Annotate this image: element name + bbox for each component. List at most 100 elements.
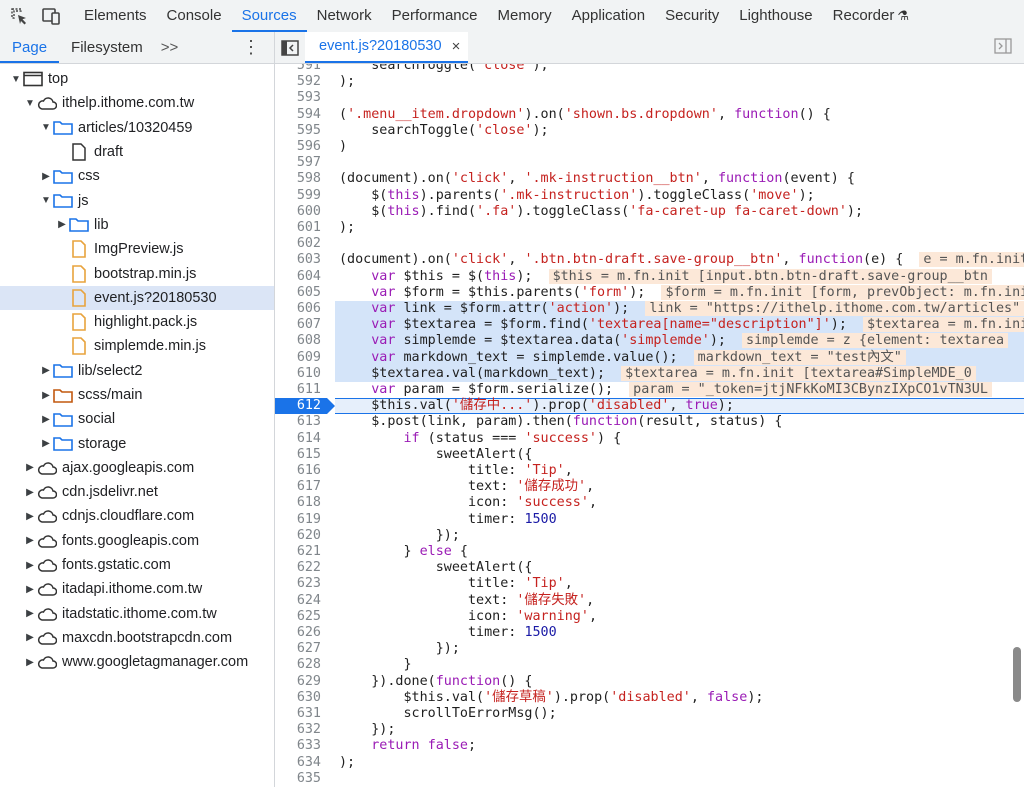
kebab-menu-icon[interactable]: ⋮ [242, 37, 260, 57]
line-number[interactable]: 628 [275, 657, 321, 673]
tree-item[interactable]: event.js?20180530 [0, 285, 274, 310]
line-number[interactable]: 634 [275, 755, 321, 771]
line-number[interactable]: 632 [275, 722, 321, 738]
tab-recorder[interactable]: Recorder ⚗ [823, 0, 919, 32]
expanded-arrow-icon[interactable]: ▼ [10, 74, 22, 85]
tree-item[interactable]: ▶ fonts.googleapis.com [0, 529, 274, 553]
collapsed-arrow-icon[interactable]: ▶ [24, 608, 36, 619]
line-number[interactable]: 595 [275, 123, 321, 139]
line-number[interactable]: 615 [275, 447, 321, 463]
collapsed-arrow-icon[interactable]: ▶ [40, 438, 52, 449]
tree-item[interactable]: simplemde.min.js [0, 334, 274, 358]
collapsed-arrow-icon[interactable]: ▶ [24, 632, 36, 643]
toggle-debugger-icon[interactable] [994, 38, 1012, 59]
tree-item[interactable]: draft [0, 140, 274, 164]
tree-item[interactable]: bootstrap.min.js [0, 261, 274, 285]
tree-item[interactable]: highlight.pack.js [0, 310, 274, 334]
expanded-arrow-icon[interactable]: ▼ [40, 122, 52, 133]
expanded-arrow-icon[interactable]: ▼ [40, 195, 52, 206]
line-number[interactable]: 607 [275, 317, 321, 333]
collapsed-arrow-icon[interactable]: ▶ [24, 487, 36, 498]
tree-item[interactable]: ▶ cdnjs.cloudflare.com [0, 504, 274, 528]
tab-lighthouse[interactable]: Lighthouse [729, 0, 822, 32]
collapsed-arrow-icon[interactable]: ▶ [24, 511, 36, 522]
line-number[interactable]: 620 [275, 528, 321, 544]
line-number[interactable]: 623 [275, 576, 321, 592]
line-number[interactable]: 617 [275, 479, 321, 495]
line-number[interactable]: 625 [275, 609, 321, 625]
close-icon[interactable]: × [452, 31, 461, 62]
line-number[interactable]: 627 [275, 641, 321, 657]
line-number[interactable]: 626 [275, 625, 321, 641]
collapsed-arrow-icon[interactable]: ▶ [24, 584, 36, 595]
tree-item[interactable]: ▶ fonts.gstatic.com [0, 553, 274, 577]
line-number[interactable]: 616 [275, 463, 321, 479]
collapsed-arrow-icon[interactable]: ▶ [40, 390, 52, 401]
tree-item[interactable]: ▶ itadapi.ithome.com.tw [0, 577, 274, 601]
tree-item[interactable]: ▶ www.googletagmanager.com [0, 650, 274, 674]
line-number[interactable]: 598 [275, 171, 321, 187]
line-number[interactable]: 600 [275, 204, 321, 220]
line-number[interactable]: 609 [275, 350, 321, 366]
toggle-navigator-icon[interactable] [275, 39, 305, 56]
line-number[interactable]: 604 [275, 269, 321, 285]
tree-item[interactable]: ▶ itadstatic.ithome.com.tw [0, 602, 274, 626]
expanded-arrow-icon[interactable]: ▼ [24, 98, 36, 109]
collapsed-arrow-icon[interactable]: ▶ [24, 462, 36, 473]
line-number[interactable]: 613 [275, 414, 321, 430]
collapsed-arrow-icon[interactable]: ▶ [24, 657, 36, 668]
line-number[interactable]: 593 [275, 90, 321, 106]
breakpoint-marker[interactable]: 612 [275, 398, 335, 415]
tab-page[interactable]: Page [0, 32, 60, 63]
line-number[interactable]: 630 [275, 690, 321, 706]
tree-item[interactable]: ▶ lib [0, 213, 274, 237]
tab-performance[interactable]: Performance [382, 0, 488, 32]
tree-item[interactable]: ▼ ithelp.ithome.com.tw [0, 91, 274, 115]
tree-item[interactable]: ▶ social [0, 407, 274, 431]
line-number[interactable]: 610 [275, 366, 321, 382]
line-number[interactable]: 608 [275, 333, 321, 349]
tree-item[interactable]: ▶ ajax.googleapis.com [0, 456, 274, 480]
tree-item[interactable]: ▼ js [0, 188, 274, 212]
line-number[interactable]: 618 [275, 495, 321, 511]
tab-application[interactable]: Application [562, 0, 655, 32]
code-view[interactable]: 591 searchToggle('close'); 592); 593 594 ('.… [275, 64, 1024, 787]
line-number[interactable]: 602 [275, 236, 321, 252]
line-number[interactable]: 606 [275, 301, 321, 317]
tree-item[interactable]: ▼ top [0, 67, 274, 91]
line-number[interactable]: 605 [275, 285, 321, 301]
collapsed-arrow-icon[interactable]: ▶ [56, 219, 68, 230]
tab-console[interactable]: Console [157, 0, 232, 32]
tab-sources[interactable]: Sources [231, 0, 307, 32]
tab-security[interactable]: Security [655, 0, 729, 32]
line-number[interactable]: 624 [275, 593, 321, 609]
line-number[interactable]: 591 [275, 64, 321, 74]
tree-item[interactable]: ImgPreview.js [0, 237, 274, 261]
tree-item[interactable]: ▶ scss/main [0, 383, 274, 407]
line-number[interactable]: 601 [275, 220, 321, 236]
collapsed-arrow-icon[interactable]: ▶ [40, 171, 52, 182]
line-number[interactable]: 635 [275, 771, 321, 787]
tree-item[interactable]: ▶ storage [0, 431, 274, 455]
tab-elements[interactable]: Elements [74, 0, 157, 32]
tree-item[interactable]: ▶ css [0, 164, 274, 188]
tab-network[interactable]: Network [307, 0, 382, 32]
tree-item[interactable]: ▶ maxcdn.bootstrapcdn.com [0, 626, 274, 650]
editor-tab-event-js[interactable]: event.js?20180530 × [305, 31, 469, 63]
more-tabs-icon[interactable]: >> [155, 39, 185, 56]
line-number[interactable]: 622 [275, 560, 321, 576]
tree-item[interactable]: ▼ articles/10320459 [0, 116, 274, 140]
tree-item[interactable]: ▶ lib/select2 [0, 359, 274, 383]
line-number[interactable]: 614 [275, 431, 321, 447]
line-number[interactable]: 633 [275, 738, 321, 754]
collapsed-arrow-icon[interactable]: ▶ [24, 535, 36, 546]
line-number[interactable]: 611 [275, 382, 321, 398]
line-number[interactable]: 603 [275, 252, 321, 268]
vertical-scrollbar[interactable] [1013, 647, 1021, 702]
line-number[interactable]: 599 [275, 188, 321, 204]
collapsed-arrow-icon[interactable]: ▶ [24, 560, 36, 571]
element-picker-icon[interactable] [6, 3, 32, 29]
line-number[interactable]: 631 [275, 706, 321, 722]
line-number[interactable]: 621 [275, 544, 321, 560]
line-number[interactable]: 597 [275, 155, 321, 171]
